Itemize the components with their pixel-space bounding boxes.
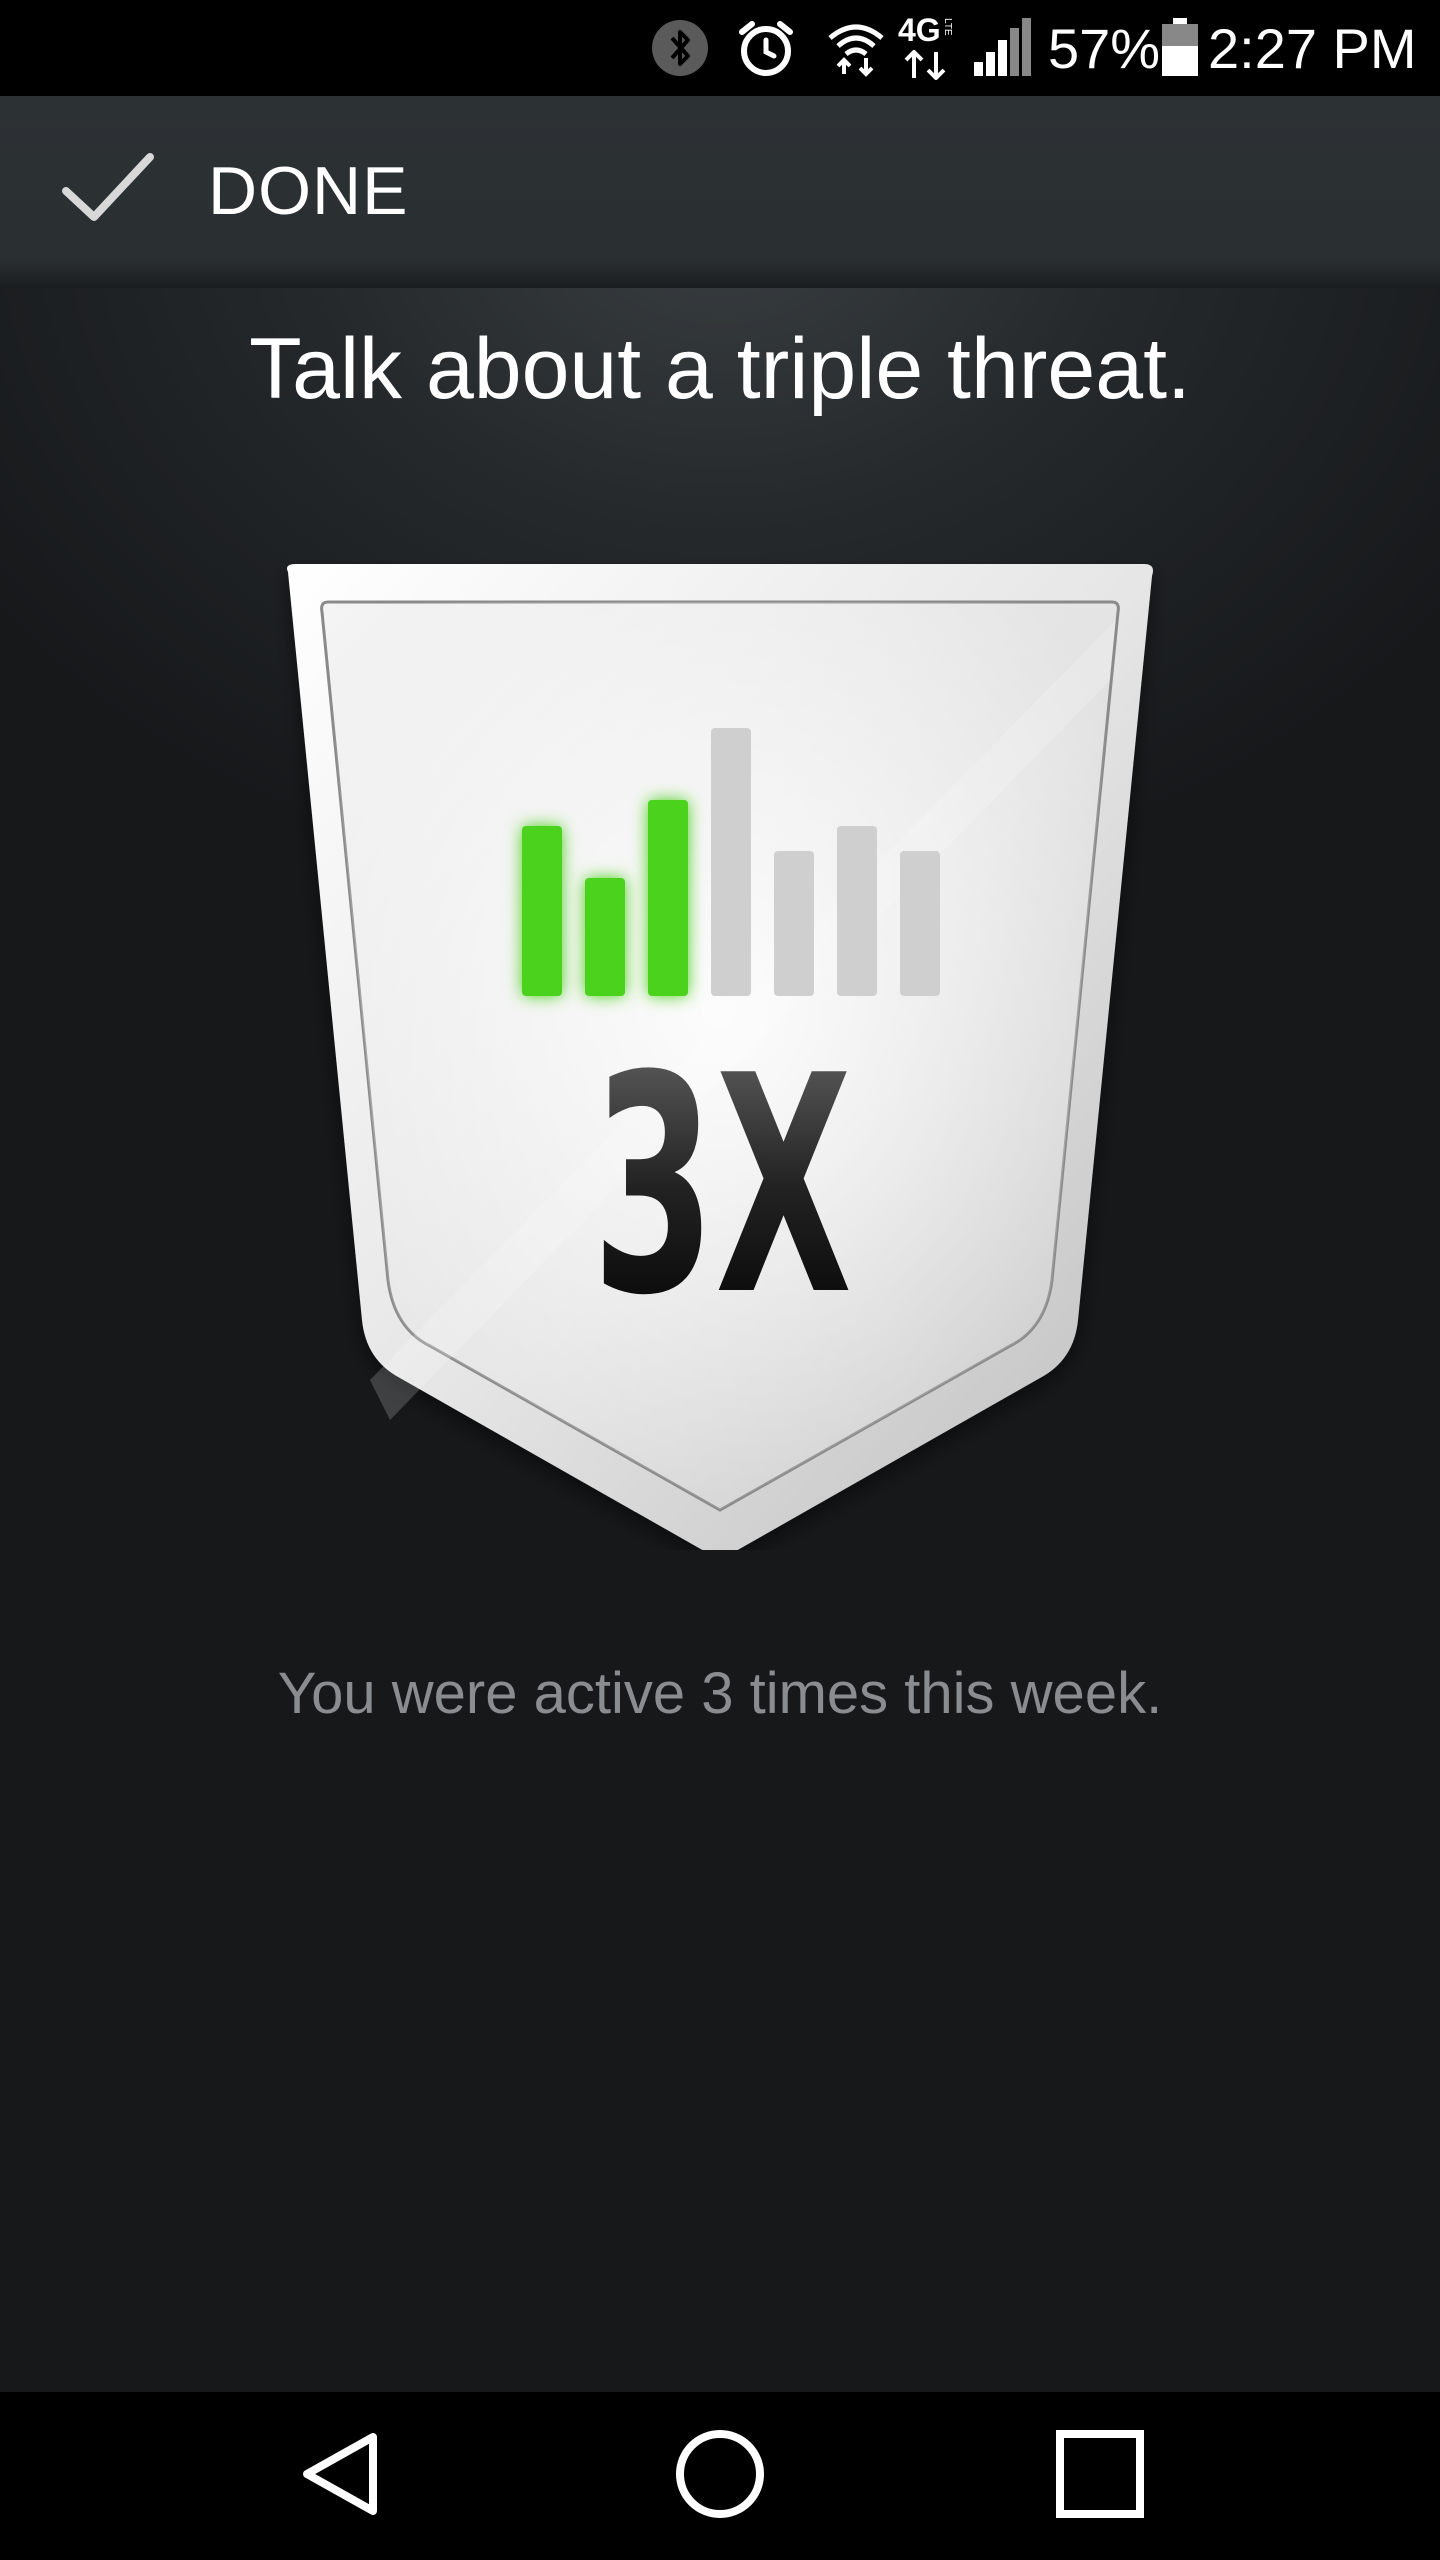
wifi-icon bbox=[826, 0, 886, 96]
clock-container: 2:27 PM bbox=[1208, 0, 1417, 96]
achievement-subtitle: You were active 3 times this week. bbox=[277, 1661, 1163, 1726]
activity-bar-inactive bbox=[774, 851, 814, 996]
network-type-label: 4G bbox=[898, 12, 941, 48]
recents-button[interactable] bbox=[1000, 2392, 1200, 2560]
battery-percent: 57% bbox=[1048, 16, 1161, 80]
action-bar: DONE bbox=[0, 96, 1440, 288]
network-type-indicator: 4G LTE bbox=[898, 0, 962, 96]
battery-icon bbox=[1160, 0, 1200, 96]
shield-badge-graphic: 3X bbox=[287, 564, 1153, 1560]
alarm-icon bbox=[734, 0, 798, 96]
done-button[interactable]: DONE bbox=[60, 136, 408, 246]
back-button[interactable] bbox=[240, 2392, 440, 2560]
activity-bar-active bbox=[648, 800, 688, 996]
done-label: DONE bbox=[208, 153, 409, 229]
navigation-bar bbox=[0, 2392, 1440, 2560]
battery-percent-container: 57% bbox=[1048, 0, 1160, 96]
activity-bar-active bbox=[522, 826, 562, 996]
back-triangle-icon bbox=[295, 2429, 385, 2524]
badge-label: 3X bbox=[592, 1012, 852, 1361]
achievement-headline: Talk about a triple threat. bbox=[249, 321, 1191, 417]
bluetooth-icon bbox=[650, 0, 710, 96]
status-bar: 4G LTE 57% 2:27 PM bbox=[0, 0, 1440, 96]
home-circle-icon bbox=[672, 2426, 768, 2527]
activity-bar-inactive bbox=[711, 728, 751, 996]
recents-square-icon bbox=[1052, 2426, 1148, 2527]
home-button[interactable] bbox=[620, 2392, 820, 2560]
network-subtype-label: LTE bbox=[942, 18, 953, 36]
status-time: 2:27 PM bbox=[1208, 16, 1417, 80]
activity-bar-inactive bbox=[837, 826, 877, 996]
achievement-screen: 4G LTE 57% 2:27 PM DONE Talk about a tri… bbox=[0, 0, 1440, 2560]
activity-bar-active bbox=[585, 878, 625, 996]
achievement-badge: 3X bbox=[270, 560, 1170, 1560]
cell-signal-icon bbox=[972, 0, 1034, 96]
activity-bar-inactive bbox=[900, 851, 940, 996]
checkmark-icon bbox=[60, 151, 156, 232]
